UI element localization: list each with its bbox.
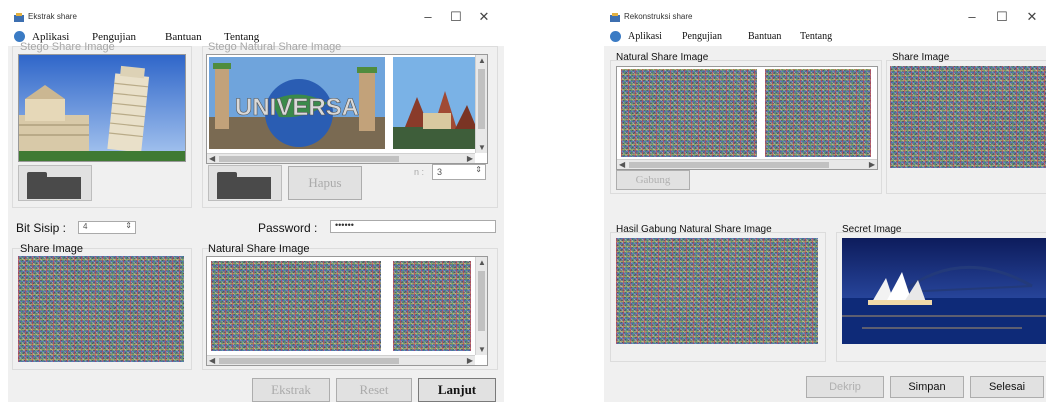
stego-natural-label: Stego Natural Share Image	[208, 41, 342, 53]
share-image-noise	[18, 256, 184, 362]
stego-share-image	[18, 54, 186, 162]
natural-vscroll[interactable]: ▲ ▼	[475, 55, 487, 153]
n-value: 3	[437, 167, 443, 177]
natural-hscroll[interactable]: ◀ ▶	[207, 153, 475, 163]
natural-share-noise-2	[393, 261, 471, 351]
share-image-label: Share Image	[20, 243, 83, 255]
app-icon	[610, 13, 620, 22]
hapus-button[interactable]: Hapus	[288, 166, 362, 200]
share-image-noise	[890, 66, 1046, 168]
password-label: Password :	[258, 221, 318, 235]
window-title: Rekonstruksi share	[624, 12, 693, 21]
natural-share-hscroll[interactable]: ◀ ▶	[207, 355, 475, 365]
universal-sign: UNIVERSA	[235, 94, 359, 121]
bit-sisip-label: Bit Sisip :	[16, 221, 67, 235]
gabung-button[interactable]: Gabung	[616, 170, 690, 190]
lanjut-button[interactable]: Lanjut	[418, 378, 496, 402]
ekstrak-button[interactable]: Ekstrak	[252, 378, 330, 402]
simpan-button[interactable]: Simpan	[890, 376, 964, 398]
dekrip-button[interactable]: Dekrip	[806, 376, 884, 398]
open-stego-share-button[interactable]	[18, 165, 92, 201]
natural-share-hscroll[interactable]: ◀ ▶	[617, 159, 877, 169]
n-spinner[interactable]: 3 ⇕	[432, 164, 486, 180]
hasil-gabung-label: Hasil Gabung Natural Share Image	[616, 224, 772, 235]
minimize-button[interactable]: –	[418, 9, 438, 24]
password-value: ••••••	[335, 220, 354, 230]
window-gap	[560, 0, 606, 403]
natural-share-vscroll[interactable]: ▲ ▼	[475, 257, 487, 355]
maximize-button[interactable]: ☐	[992, 9, 1012, 25]
natural-share-panel: ◀ ▶	[616, 66, 878, 170]
open-stego-natural-button[interactable]	[208, 165, 282, 201]
natural-share-label: Natural Share Image	[208, 243, 310, 255]
menu-bantuan[interactable]: Bantuan	[748, 31, 781, 42]
rekonstruksi-share-window: Rekonstruksi share – ☐ ✕ Aplikasi Penguj…	[604, 8, 1046, 402]
stego-share-label: Stego Share Image	[20, 41, 115, 53]
hasil-gabung-noise	[616, 238, 818, 344]
secret-image-label: Secret Image	[842, 224, 902, 235]
natural-share-noise-1	[621, 69, 757, 157]
password-field[interactable]: ••••••	[330, 220, 496, 233]
menu-tentang[interactable]: Tentang	[800, 31, 832, 42]
close-button[interactable]: ✕	[474, 9, 494, 25]
share-image-label: Share Image	[892, 52, 950, 63]
secret-image	[842, 238, 1046, 344]
menu-bantuan[interactable]: Bantuan	[165, 31, 202, 43]
natural-share-noise-1	[211, 261, 381, 351]
app-menu-icon[interactable]	[610, 31, 621, 42]
spinner-arrows-icon: ⇕	[475, 165, 482, 174]
natural-share-scrollpanel: ▲ ▼ ◀ ▶	[206, 256, 488, 366]
stego-natural-image-2	[393, 57, 477, 149]
natural-share-label: Natural Share Image	[616, 52, 709, 63]
bit-sisip-value: 4	[83, 222, 88, 231]
ekstrak-share-window: Ekstrak share – ☐ ✕ Aplikasi Pengujian B…	[8, 8, 504, 402]
stego-natural-image-1: UNIVERSA	[209, 57, 385, 149]
title-bar: Rekonstruksi share – ☐ ✕	[604, 8, 1046, 28]
close-button[interactable]: ✕	[1022, 9, 1042, 25]
reset-button[interactable]: Reset	[336, 378, 412, 402]
minimize-button[interactable]: –	[962, 9, 982, 24]
stego-natural-scrollpanel: UNIVERSA ▲ ▼ ◀ ▶	[206, 54, 488, 164]
maximize-button[interactable]: ☐	[446, 9, 466, 25]
menu-pengujian[interactable]: Pengujian	[682, 31, 722, 42]
window-title: Ekstrak share	[28, 12, 77, 21]
title-bar: Ekstrak share – ☐ ✕	[8, 8, 504, 28]
selesai-button[interactable]: Selesai	[970, 376, 1044, 398]
natural-share-noise-2	[765, 69, 871, 157]
bit-sisip-spinner[interactable]: 4 ⇕	[78, 221, 136, 234]
spinner-arrows-icon: ⇕	[125, 221, 132, 230]
app-icon	[14, 13, 24, 22]
menu-bar: Aplikasi Pengujian Bantuan Tentang	[604, 28, 1046, 46]
menu-aplikasi[interactable]: Aplikasi	[628, 31, 662, 42]
n-label: n :	[414, 167, 425, 177]
